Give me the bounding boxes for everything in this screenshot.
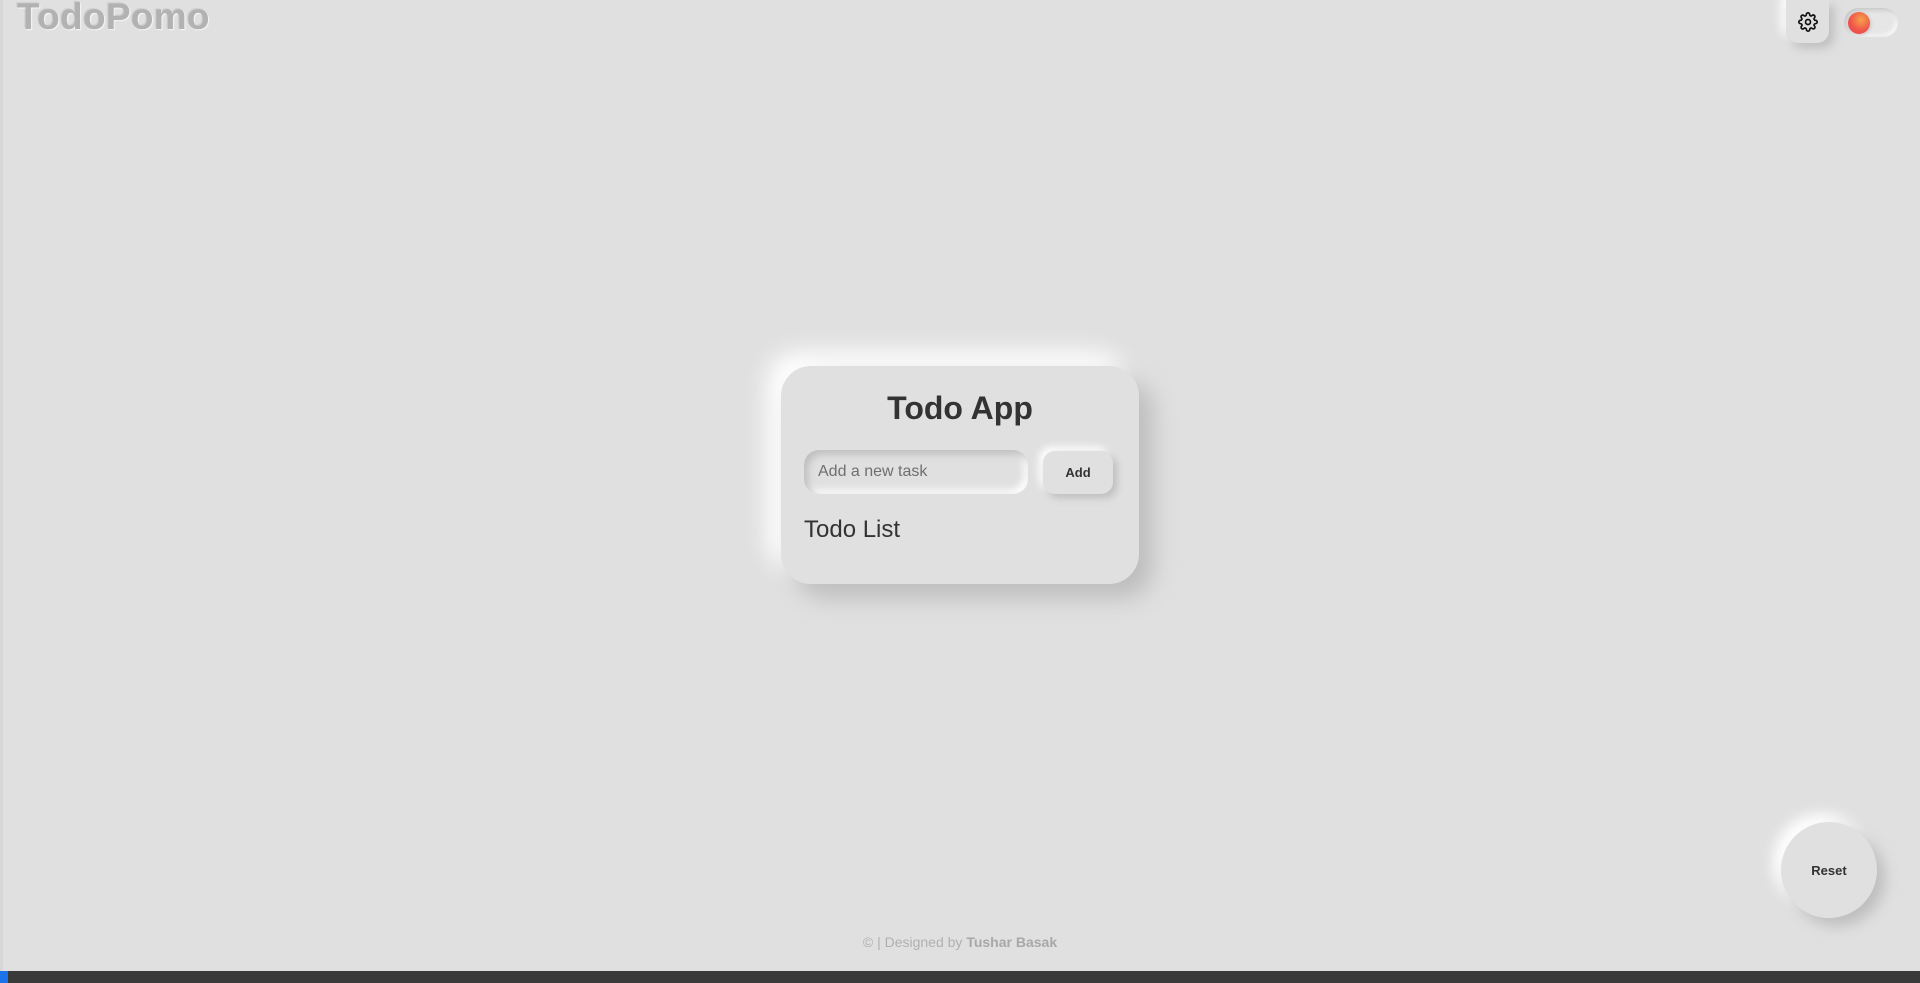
footer-credit: © | Designed by — [862, 934, 967, 950]
author-link[interactable]: Tushar Basak — [966, 934, 1057, 950]
bottom-taskbar — [0, 971, 1920, 983]
new-task-input[interactable] — [804, 450, 1028, 494]
sun-icon — [1848, 12, 1870, 34]
reset-button[interactable]: Reset — [1781, 822, 1877, 918]
window-edge — [0, 0, 3, 983]
todo-list-heading: Todo List — [804, 516, 901, 543]
brand-logo: TodoPomo — [17, 0, 210, 37]
theme-toggle[interactable] — [1844, 8, 1898, 37]
footer: © | Designed by Tushar Basak — [0, 934, 1920, 950]
add-task-button[interactable]: Add — [1043, 451, 1113, 494]
todo-card: Todo App Add Todo List — [781, 366, 1139, 584]
taskbar-accent — [0, 971, 8, 983]
settings-button[interactable] — [1786, 0, 1829, 43]
gear-icon — [1797, 11, 1818, 32]
card-title: Todo App — [887, 390, 1033, 426]
